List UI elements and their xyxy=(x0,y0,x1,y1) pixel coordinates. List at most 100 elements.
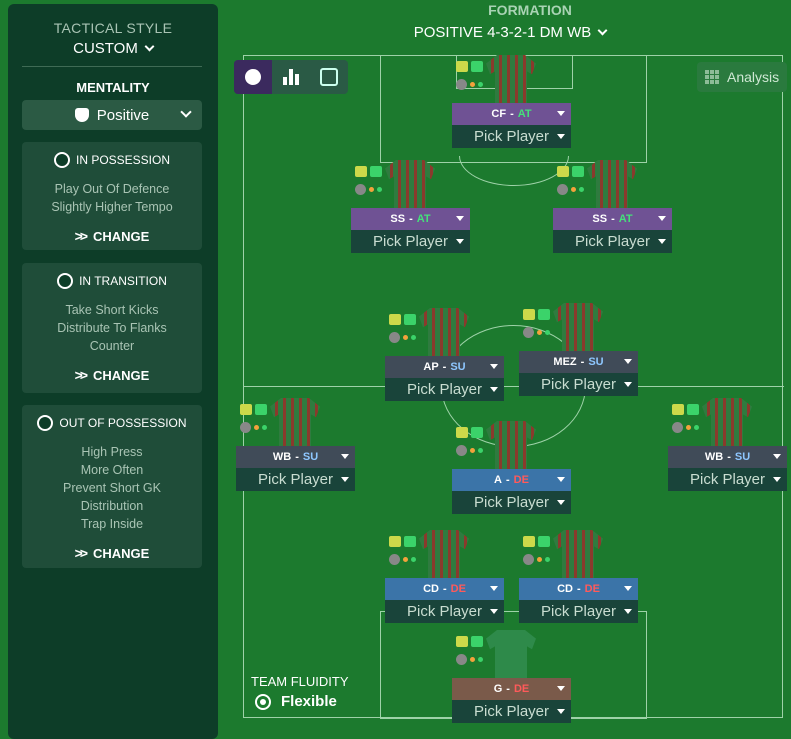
instruction-line: Take Short Kicks xyxy=(65,303,159,317)
pick-player-dropdown[interactable]: Pick Player xyxy=(553,230,672,253)
pick-player-dropdown[interactable]: Pick Player xyxy=(385,378,504,401)
player-view-button[interactable] xyxy=(234,60,272,94)
in-possession-change-button[interactable]: >> CHANGE xyxy=(22,228,202,244)
pick-player-label: Pick Player xyxy=(257,471,334,488)
separator: - xyxy=(727,451,731,463)
player-slot[interactable]: G - DE Pick Player xyxy=(452,630,571,728)
player-slot[interactable]: A - DE Pick Player xyxy=(452,421,571,519)
analysis-label: Analysis xyxy=(727,69,780,85)
shirt-icon xyxy=(486,55,536,103)
separator: - xyxy=(580,356,585,368)
pick-player-dropdown[interactable]: Pick Player xyxy=(236,468,355,491)
condition-dots xyxy=(389,554,416,565)
heart-icon xyxy=(389,314,401,325)
tactical-style-value: CUSTOM xyxy=(73,40,138,57)
pick-player-dropdown[interactable]: Pick Player xyxy=(519,600,638,623)
role-dropdown[interactable]: AP - SU xyxy=(385,356,504,378)
role-dropdown[interactable]: CF - AT xyxy=(452,103,571,125)
role-dropdown[interactable]: A - DE xyxy=(452,469,571,491)
pick-player-label: Pick Player xyxy=(689,471,766,488)
player-slot[interactable]: CF - AT Pick Player xyxy=(452,55,571,153)
duty-label: SU xyxy=(450,361,466,373)
pitch xyxy=(243,55,784,719)
pick-player-dropdown[interactable]: Pick Player xyxy=(668,468,787,491)
tactics-board-icon xyxy=(320,68,338,86)
shirt-icon xyxy=(553,530,603,578)
analysis-button[interactable]: Analysis xyxy=(697,62,787,92)
stats-view-button[interactable] xyxy=(272,60,310,94)
player-slot[interactable]: CD - DE Pick Player xyxy=(519,530,638,628)
role-dropdown[interactable]: CD - DE xyxy=(519,578,638,600)
player-slot[interactable]: WB - SU Pick Player xyxy=(236,398,355,496)
change-label: CHANGE xyxy=(93,367,150,383)
condition-dots xyxy=(355,184,382,195)
pick-player-label: Pick Player xyxy=(574,233,651,250)
position-label: WB xyxy=(704,451,724,463)
separator: - xyxy=(510,108,514,120)
pick-player-dropdown[interactable]: Pick Player xyxy=(452,125,571,148)
pick-player-dropdown[interactable]: Pick Player xyxy=(452,700,571,723)
player-slot[interactable]: WB - SU Pick Player xyxy=(668,398,787,496)
duty-label: AT xyxy=(618,213,633,225)
role-dropdown[interactable]: MEZ - SU xyxy=(519,351,638,373)
shirt-icon xyxy=(553,303,603,351)
status-icons xyxy=(523,309,550,320)
pick-player-label: Pick Player xyxy=(372,233,449,250)
duty-label: AT xyxy=(416,213,431,225)
caret-down-icon xyxy=(557,686,565,691)
duty-label: SU xyxy=(734,451,751,463)
condition-dots xyxy=(240,422,267,433)
position-label: AP xyxy=(423,361,439,373)
pick-player-dropdown[interactable]: Pick Player xyxy=(385,600,504,623)
separator: - xyxy=(506,474,510,486)
role-dropdown[interactable]: WB - SU xyxy=(668,446,787,468)
instruction-line: Trap Inside xyxy=(80,517,144,531)
condition-dot xyxy=(389,332,400,343)
pick-player-dropdown[interactable]: Pick Player xyxy=(519,373,638,396)
in-transition-change-button[interactable]: >> CHANGE xyxy=(22,367,202,383)
role-dropdown[interactable]: CD - DE xyxy=(385,578,504,600)
pick-player-label: Pick Player xyxy=(540,376,617,393)
duty-label: DE xyxy=(513,683,530,695)
role-dropdown[interactable]: G - DE xyxy=(452,678,571,700)
caret-down-icon xyxy=(557,709,565,714)
double-chevron-icon: >> xyxy=(74,228,88,244)
condition-dot xyxy=(355,184,366,195)
tactical-style-dropdown[interactable]: CUSTOM xyxy=(8,40,218,57)
position-label: SS xyxy=(390,213,406,225)
caret-down-icon xyxy=(341,454,349,459)
player-slot[interactable]: MEZ - SU Pick Player xyxy=(519,303,638,401)
heart-icon xyxy=(355,166,367,177)
shirt-icon xyxy=(270,398,320,446)
condition-dot xyxy=(411,335,416,340)
thumb-icon xyxy=(687,404,699,415)
condition-dot xyxy=(403,557,408,562)
role-dropdown[interactable]: SS - AT xyxy=(351,208,470,230)
tactic-view-button[interactable] xyxy=(310,60,348,94)
formation-dropdown[interactable]: POSITIVE 4-3-2-1 DM WB xyxy=(380,24,640,41)
pick-player-dropdown[interactable]: Pick Player xyxy=(452,491,571,514)
player-slot[interactable]: AP - SU Pick Player xyxy=(385,308,504,406)
condition-dots xyxy=(456,79,483,90)
out-of-possession-change-button[interactable]: >> CHANGE xyxy=(22,545,202,561)
pick-player-label: Pick Player xyxy=(473,128,550,145)
duty-label: DE xyxy=(584,583,600,595)
team-fluidity-text: Flexible xyxy=(281,693,337,710)
condition-dot xyxy=(478,82,483,87)
mentality-dropdown[interactable]: Positive xyxy=(22,100,202,130)
chevron-down-icon xyxy=(597,25,608,36)
player-slot[interactable]: SS - AT Pick Player xyxy=(553,160,672,258)
condition-dot xyxy=(571,187,576,192)
condition-dot xyxy=(389,554,400,565)
player-slot[interactable]: SS - AT Pick Player xyxy=(351,160,470,258)
team-fluidity-value[interactable]: Flexible xyxy=(255,693,337,710)
pick-player-label: Pick Player xyxy=(406,603,483,620)
player-slot[interactable]: CD - DE Pick Player xyxy=(385,530,504,628)
role-dropdown[interactable]: WB - SU xyxy=(236,446,355,468)
condition-dots xyxy=(456,445,483,456)
pick-player-dropdown[interactable]: Pick Player xyxy=(351,230,470,253)
heart-icon xyxy=(456,427,468,438)
role-dropdown[interactable]: SS - AT xyxy=(553,208,672,230)
status-icons xyxy=(672,404,699,415)
caret-down-icon xyxy=(341,477,349,482)
